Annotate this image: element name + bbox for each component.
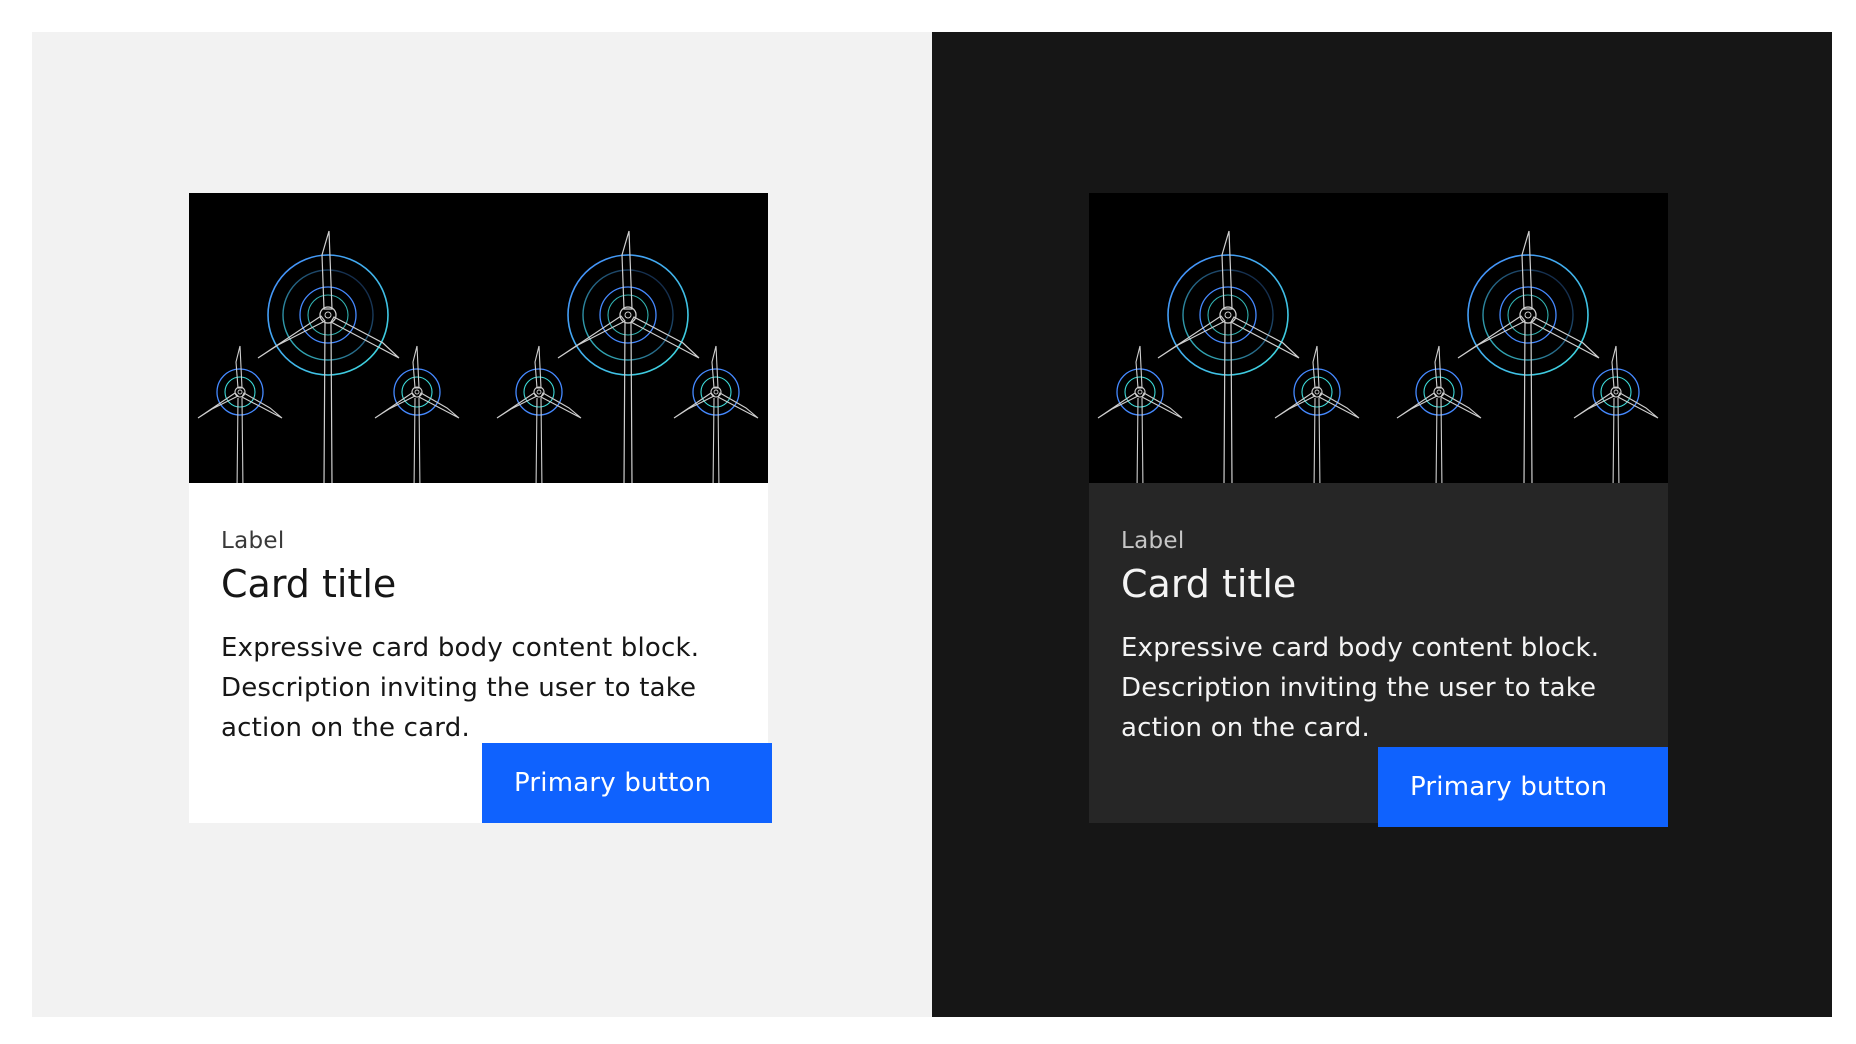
card-label: Label: [1121, 528, 1185, 554]
card-label: Label: [221, 528, 285, 554]
expressive-card-dark: Label Card title Expressive card body co…: [1089, 193, 1668, 827]
primary-button[interactable]: Primary button: [482, 743, 772, 823]
card-media-image: [189, 193, 768, 483]
card-body: Label Card title Expressive card body co…: [189, 483, 772, 823]
card-description: Expressive card body content block. Desc…: [1121, 633, 1600, 743]
light-theme-panel: Label Card title Expressive card body co…: [32, 32, 932, 1017]
card-title: Card title: [1121, 562, 1297, 606]
card-body: Label Card title Expressive card body co…: [1089, 483, 1668, 827]
wind-turbines-illustration: [1089, 193, 1668, 483]
dark-theme-panel: Label Card title Expressive card body co…: [932, 32, 1832, 1017]
card-media-image: [1089, 193, 1668, 483]
card-title: Card title: [221, 562, 397, 606]
expressive-card-light: Label Card title Expressive card body co…: [189, 193, 772, 823]
card-description: Expressive card body content block. Desc…: [221, 633, 700, 743]
wind-turbines-illustration: [189, 193, 768, 483]
primary-button[interactable]: Primary button: [1378, 747, 1668, 827]
